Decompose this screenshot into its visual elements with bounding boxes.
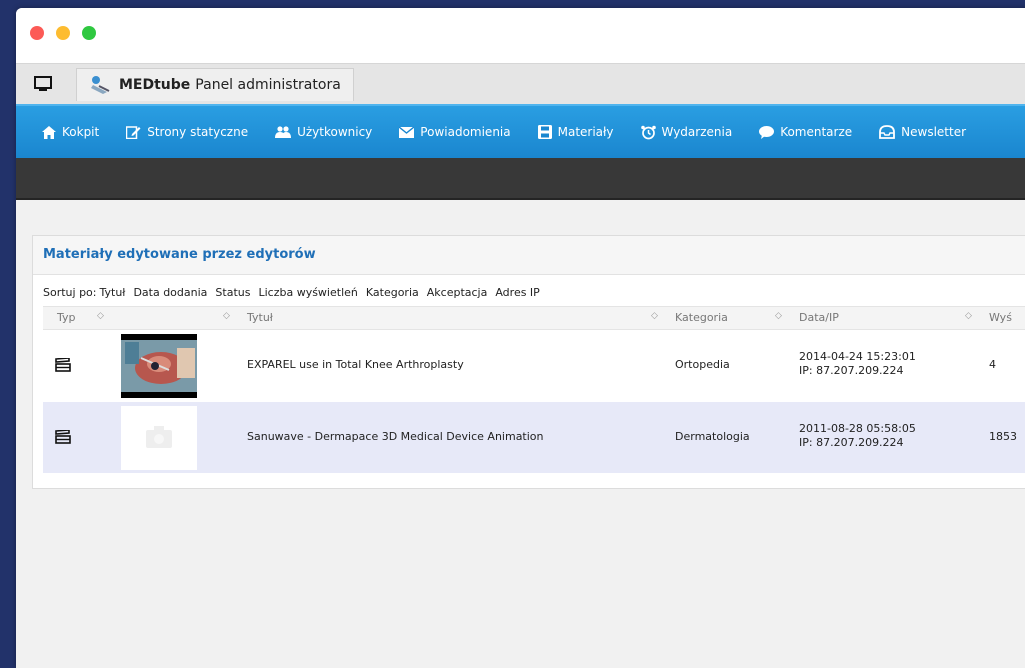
video-type-icon: [55, 357, 71, 375]
sort-option-status[interactable]: Status: [215, 286, 250, 299]
nav-wydarzenia[interactable]: Wydarzenia: [640, 125, 733, 140]
row-ip: IP: 87.207.209.224: [799, 364, 904, 377]
materials-panel: Materiały edytowane przez edytorów Sortu…: [32, 235, 1025, 489]
sort-toggle-icon[interactable]: ◇: [97, 311, 104, 321]
row-title[interactable]: Sanuwave - Dermapace 3D Medical Device A…: [247, 430, 544, 443]
sort-toggle-icon[interactable]: ◇: [775, 311, 782, 321]
title-bar: [16, 8, 1025, 63]
envelope-icon: [399, 126, 415, 138]
maximize-window-button[interactable]: [82, 26, 96, 40]
column-header-category[interactable]: Kategoria: [675, 311, 728, 324]
column-header-title[interactable]: Tytuł: [247, 311, 273, 324]
sort-bar: Sortuj po: Tytuł Data dodania Status Liczba …: [33, 275, 1025, 303]
table-row[interactable]: Sanuwave - Dermapace 3D Medical Device A…: [43, 402, 1025, 473]
edit-icon: [126, 126, 141, 139]
nav-label: Kokpit: [62, 125, 100, 139]
sort-option-ip-address[interactable]: Adres IP: [495, 286, 539, 299]
row-ip: IP: 87.207.209.224: [799, 436, 904, 449]
tab-brand: MEDtube: [119, 77, 191, 93]
tab-medtube-admin[interactable]: MEDtube Panel administratora: [76, 68, 354, 101]
nav-strony-statyczne[interactable]: Strony statyczne: [126, 125, 248, 139]
column-header-type[interactable]: Typ: [57, 311, 76, 324]
nav-newsletter[interactable]: Newsletter: [879, 125, 966, 139]
panel-title: Materiały edytowane przez edytorów: [33, 236, 1025, 275]
toolbar-strip: [16, 158, 1025, 200]
sort-label: Sortuj po:: [43, 286, 97, 299]
thumbnail-placeholder[interactable]: [121, 406, 197, 470]
tab-bar: MEDtube Panel administratora: [16, 63, 1025, 104]
sort-toggle-icon[interactable]: ◇: [965, 311, 972, 321]
nav-label: Powiadomienia: [420, 125, 511, 139]
table-row[interactable]: EXPAREL use in Total Knee Arthroplasty O…: [43, 330, 1025, 401]
row-views: 4: [989, 358, 996, 371]
sort-toggle-icon[interactable]: ◇: [651, 311, 658, 321]
monitor-icon[interactable]: [30, 73, 56, 95]
sort-toggle-icon[interactable]: ◇: [223, 311, 230, 321]
nav-label: Użytkownicy: [297, 125, 373, 139]
row-category: Dermatologia: [675, 430, 750, 443]
nav-label: Komentarze: [780, 125, 853, 139]
table-header: Typ ◇ ◇ Tytuł ◇ Kategoria ◇ Data/IP ◇ Wy…: [43, 306, 1025, 330]
sort-option-acceptance[interactable]: Akceptacja: [427, 286, 488, 299]
close-window-button[interactable]: [30, 26, 44, 40]
column-header-date-ip[interactable]: Data/IP: [799, 311, 839, 324]
tab-title: Panel administratora: [195, 77, 341, 93]
row-views: 1853: [989, 430, 1017, 443]
inbox-icon: [879, 125, 896, 139]
alarm-clock-icon: [640, 125, 656, 139]
nav-label: Newsletter: [901, 125, 967, 139]
users-icon: [275, 126, 292, 138]
nav-materialy[interactable]: Materiały: [537, 125, 614, 139]
nav-label: Strony statyczne: [147, 125, 249, 139]
nav-powiadomienia[interactable]: Powiadomienia: [399, 125, 511, 139]
save-icon: [537, 125, 552, 139]
row-date: 2011-08-28 05:58:05: [799, 422, 916, 435]
minimize-window-button[interactable]: [56, 26, 70, 40]
video-thumbnail[interactable]: [121, 334, 197, 398]
row-date: 2014-04-24 15:23:01: [799, 350, 916, 363]
sort-option-date-added[interactable]: Data dodania: [133, 286, 207, 299]
camera-icon: [146, 426, 172, 448]
row-category: Ortopedia: [675, 358, 730, 371]
nav-komentarze[interactable]: Komentarze: [759, 125, 852, 139]
video-type-icon: [55, 429, 71, 447]
row-title[interactable]: EXPAREL use in Total Knee Arthroplasty: [247, 358, 464, 371]
sort-option-title[interactable]: Tytuł: [100, 286, 126, 299]
main-navigation: Kokpit Strony statyczne Użytkownicy Powi…: [16, 104, 1025, 158]
medtube-logo-icon: [89, 74, 111, 96]
browser-window: MEDtube Panel administratora Kokpit Stro…: [16, 8, 1025, 668]
speech-bubble-icon: [759, 125, 775, 139]
nav-label: Materiały: [557, 125, 614, 139]
sort-option-category[interactable]: Kategoria: [366, 286, 419, 299]
nav-uzytkownicy[interactable]: Użytkownicy: [275, 125, 372, 139]
nav-label: Wydarzenia: [661, 125, 733, 139]
sort-option-views[interactable]: Liczba wyświetleń: [258, 286, 357, 299]
nav-kokpit[interactable]: Kokpit: [42, 125, 99, 139]
home-icon: [42, 125, 56, 139]
column-header-views[interactable]: Wyś: [989, 311, 1012, 324]
